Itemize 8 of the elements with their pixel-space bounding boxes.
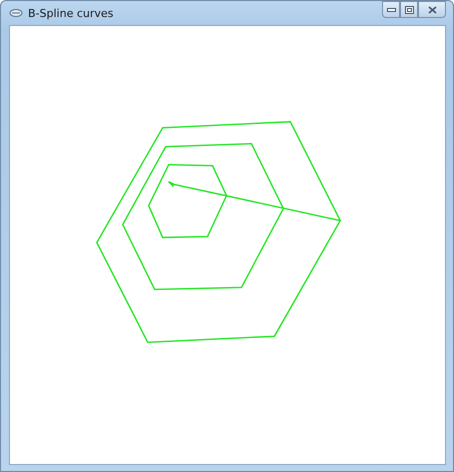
minimize-button[interactable] [382,1,400,18]
app-icon [9,8,23,18]
window-title: B-Spline curves [28,6,114,20]
restore-icon [404,6,414,14]
close-button[interactable] [418,1,446,18]
minimize-icon [386,7,396,12]
close-icon [428,6,436,14]
maximize-button[interactable] [400,1,418,18]
